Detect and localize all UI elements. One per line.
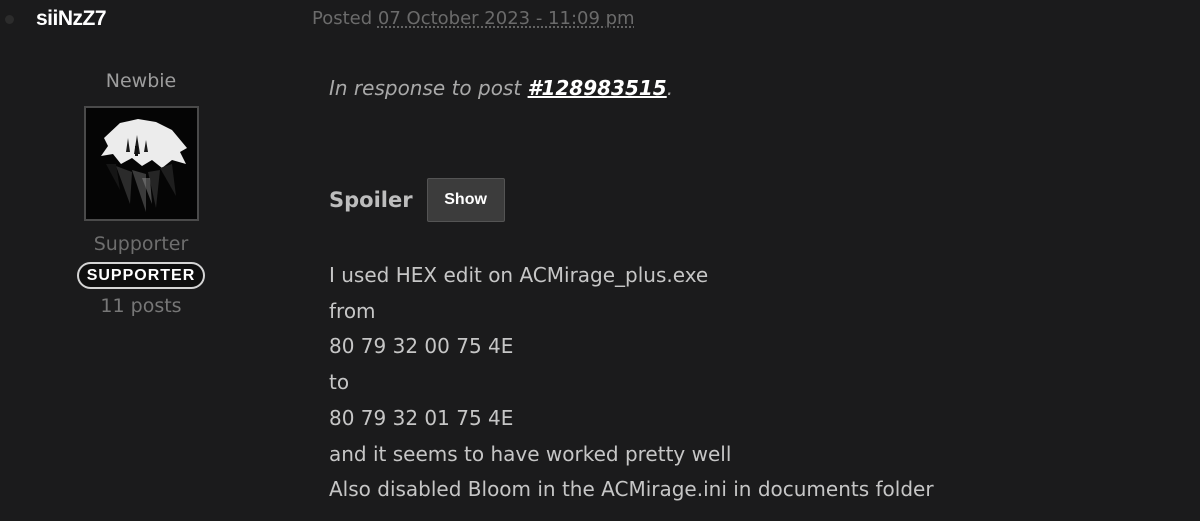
post-body-line: Also disabled Bloom in the ACMirage.ini … bbox=[329, 477, 934, 502]
author-panel: Newbie Supporter SUPPORTER 11 posts bbox=[70, 67, 212, 319]
post-body-line: 80 79 32 00 75 4E bbox=[329, 334, 514, 359]
spoiler-show-button[interactable]: Show bbox=[426, 178, 505, 222]
quote-prefix: In response to post bbox=[329, 76, 522, 100]
supporter-badge: SUPPORTER bbox=[76, 262, 206, 289]
quote-suffix: . bbox=[666, 76, 674, 100]
quoted-post-link[interactable]: #128983515 bbox=[528, 76, 667, 100]
post-date-line: Posted 07 October 2023 - 11:09 pm bbox=[312, 8, 635, 29]
avatar[interactable] bbox=[83, 106, 199, 221]
author-group-title: Supporter bbox=[93, 233, 189, 255]
spoiler-block: Spoiler Show bbox=[329, 178, 1179, 222]
quote-reference: In response to post #128983515. bbox=[329, 71, 1179, 105]
post-body-line: from bbox=[329, 298, 376, 323]
spoiler-label: Spoiler bbox=[329, 188, 413, 212]
post-body-line: I used HEX edit on ACMirage_plus.exe bbox=[329, 263, 709, 287]
author-username[interactable]: siiNzZ7 bbox=[36, 7, 107, 31]
forum-post: siiNzZ7 Posted 07 October 2023 - 11:09 p… bbox=[0, 0, 1200, 521]
status-dot-icon bbox=[5, 15, 14, 24]
posted-prefix: Posted bbox=[312, 8, 373, 29]
post-date-link[interactable]: 07 October 2023 - 11:09 pm bbox=[378, 8, 635, 29]
author-rank-title: Newbie bbox=[105, 70, 177, 92]
post-body-line: to bbox=[329, 370, 350, 395]
post-body: I used HEX edit on ACMirage_plus.exe fro… bbox=[329, 258, 1179, 508]
post-content: In response to post #128983515. Spoiler … bbox=[329, 71, 1179, 508]
post-body-line: 80 79 32 01 75 4E bbox=[329, 405, 514, 430]
post-body-line: and it seems to have worked pretty well bbox=[329, 441, 732, 466]
author-post-count: 11 posts bbox=[100, 295, 182, 317]
